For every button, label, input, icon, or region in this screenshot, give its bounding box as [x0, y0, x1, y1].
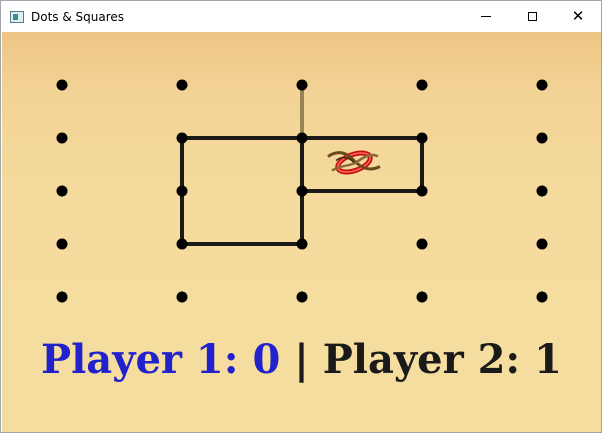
close-icon: ✕ — [571, 7, 585, 25]
window-controls: ✕ — [463, 1, 601, 32]
grid-dot[interactable] — [176, 132, 188, 144]
player2-claim-icon — [327, 150, 381, 175]
grid-dot[interactable] — [416, 79, 428, 91]
grid-dot[interactable] — [296, 185, 308, 197]
app-icon — [10, 10, 24, 23]
window-title: Dots & Squares — [31, 9, 125, 24]
scoreboard: Player 1: 0 | Player 2: 1 — [2, 332, 601, 388]
grid-dot[interactable] — [176, 238, 188, 250]
grid-dot[interactable] — [416, 185, 428, 197]
grid-dot[interactable] — [416, 291, 428, 303]
player2-score: Player 2: 1 — [322, 336, 562, 383]
title-bar[interactable]: Dots & Squares ✕ — [1, 1, 601, 32]
grid-dot[interactable] — [56, 132, 68, 144]
grid-dot[interactable] — [296, 238, 308, 250]
grid-dot[interactable] — [416, 132, 428, 144]
grid-dot[interactable] — [296, 132, 308, 144]
board-grid[interactable] — [2, 32, 601, 332]
minimize-icon — [481, 16, 491, 17]
grid-dot[interactable] — [56, 79, 68, 91]
grid-dot[interactable] — [176, 79, 188, 91]
grid-dot[interactable] — [56, 185, 68, 197]
grid-dot[interactable] — [536, 291, 548, 303]
grid-dot[interactable] — [536, 79, 548, 91]
close-button[interactable]: ✕ — [555, 1, 601, 32]
grid-dot[interactable] — [536, 185, 548, 197]
game-window: Dots & Squares ✕ Player 1: 0 | Player 2:… — [0, 0, 602, 433]
game-board[interactable]: Player 1: 0 | Player 2: 1 — [2, 32, 601, 432]
minimize-button[interactable] — [463, 1, 509, 32]
grid-dot[interactable] — [416, 238, 428, 250]
player1-score: Player 1: 0 — [41, 336, 281, 383]
grid-dot[interactable] — [56, 238, 68, 250]
grid-dot[interactable] — [56, 291, 68, 303]
score-separator: | — [294, 336, 309, 383]
grid-dot[interactable] — [176, 291, 188, 303]
grid-dot[interactable] — [536, 238, 548, 250]
grid-dot[interactable] — [296, 291, 308, 303]
grid-dot[interactable] — [296, 79, 308, 91]
maximize-icon — [527, 12, 537, 21]
maximize-button[interactable] — [509, 1, 555, 32]
grid-dot[interactable] — [176, 185, 188, 197]
grid-dot[interactable] — [536, 132, 548, 144]
